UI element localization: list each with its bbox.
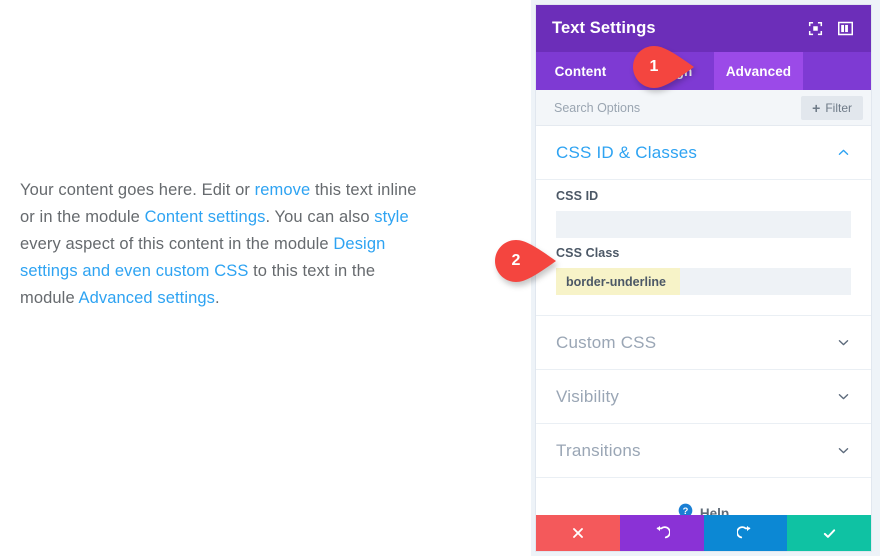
panel-title: Text Settings — [552, 19, 656, 37]
section-header-visibility[interactable]: Visibility — [536, 370, 871, 424]
undo-arrow-icon — [656, 525, 670, 539]
tab-content[interactable]: Content — [536, 52, 625, 90]
plus-icon: + — [812, 99, 821, 116]
chevron-up-icon — [835, 145, 851, 161]
close-x-icon — [572, 528, 583, 538]
css-class-input[interactable] — [556, 268, 851, 295]
section-body-css-id-classes: CSS ID CSS Class — [536, 180, 871, 316]
content-text: Your content goes here. Edit or — [20, 180, 255, 199]
panel-action-bar — [536, 515, 871, 551]
section-header-custom-css[interactable]: Custom CSS — [536, 316, 871, 370]
checkmark-icon — [823, 528, 835, 538]
section-header-css-id-classes[interactable]: CSS ID & Classes — [536, 126, 871, 180]
chevron-down-icon — [835, 443, 851, 459]
cancel-button[interactable] — [536, 515, 620, 551]
step-marker-2: 2 — [495, 240, 557, 282]
content-text: . You can also — [265, 207, 375, 226]
redo-arrow-icon — [737, 525, 751, 539]
focus-target-icon[interactable] — [802, 16, 828, 42]
chevron-down-icon — [835, 335, 851, 351]
css-id-label: CSS ID — [556, 189, 599, 203]
panel-tabs: Content Design Advanced — [536, 52, 871, 90]
filter-button[interactable]: + Filter — [801, 95, 863, 120]
content-link[interactable]: Content settings — [145, 208, 266, 226]
filter-button-label: Filter — [825, 100, 852, 115]
tab-advanced[interactable]: Advanced — [714, 52, 803, 90]
section-header-transitions[interactable]: Transitions — [536, 424, 871, 478]
content-link[interactable]: style — [374, 208, 408, 226]
section-title: Transitions — [556, 440, 641, 460]
search-options-row: + Filter — [536, 90, 871, 126]
step-number: 2 — [511, 252, 521, 269]
content-text: . — [215, 288, 220, 307]
step-marker-1: 1 — [633, 46, 695, 88]
panel-layout-icon[interactable] — [832, 16, 858, 42]
step-number: 1 — [649, 58, 659, 75]
section-title: Custom CSS — [556, 332, 657, 352]
section-title: Visibility — [556, 386, 620, 406]
css-id-input[interactable] — [556, 211, 851, 238]
content-text: every aspect of this content in the modu… — [20, 234, 334, 253]
page-content-area: Your content goes here. Edit or remove t… — [0, 0, 531, 556]
text-settings-panel: Text Settings Content Design Advanced — [536, 5, 871, 551]
content-link[interactable]: remove — [255, 181, 311, 199]
chevron-down-icon — [835, 389, 851, 405]
panel-titlebar: Text Settings — [536, 5, 871, 52]
content-link[interactable]: Advanced settings — [79, 289, 216, 307]
save-button[interactable] — [787, 515, 871, 551]
redo-button[interactable] — [703, 515, 788, 551]
settings-panel-backdrop: Text Settings Content Design Advanced — [531, 0, 880, 556]
undo-button[interactable] — [619, 515, 704, 551]
search-input[interactable] — [554, 100, 802, 115]
css-class-label: CSS Class — [556, 246, 620, 260]
section-title: CSS ID & Classes — [556, 142, 698, 162]
module-text-content: Your content goes here. Edit or remove t… — [20, 177, 430, 312]
